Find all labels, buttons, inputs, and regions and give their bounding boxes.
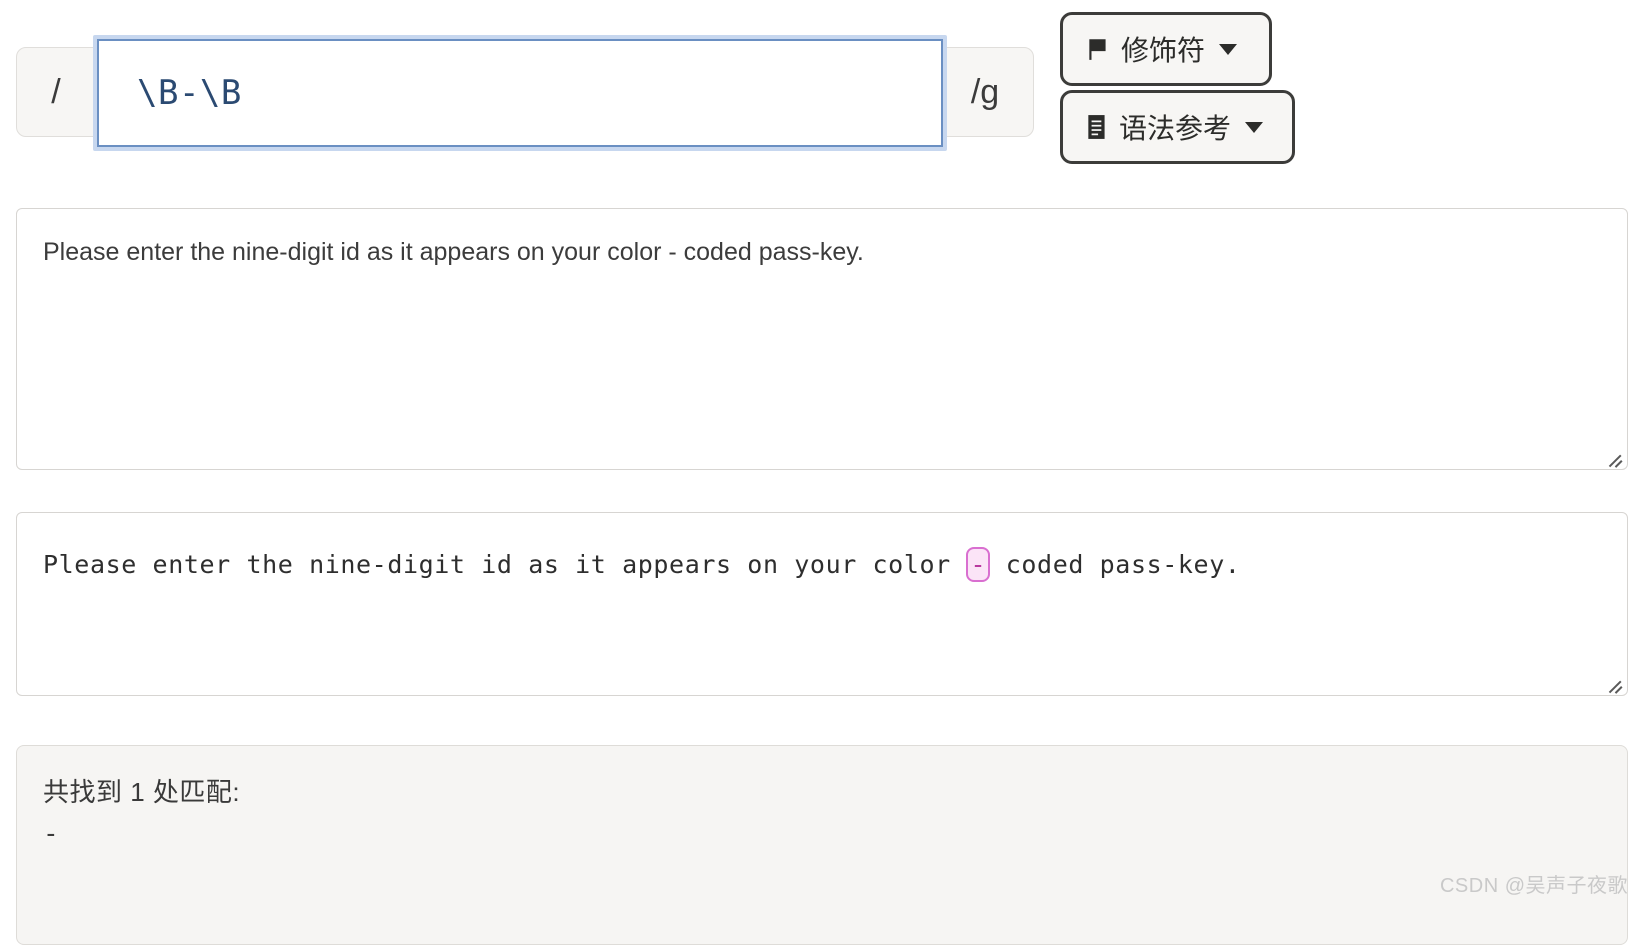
flag-icon: [1085, 36, 1111, 62]
modifiers-label: 修饰符: [1121, 35, 1206, 66]
match-count-heading: 共找到 1 处匹配:: [43, 777, 241, 807]
regex-pattern-input[interactable]: [97, 39, 943, 147]
regex-open-delimiter: /: [51, 72, 61, 111]
watermark: CSDN @吴声子夜歌: [1439, 875, 1628, 897]
syntax-reference-label: 语法参考: [1119, 113, 1232, 144]
match-results-panel: 共找到 1 处匹配: -: [16, 745, 1628, 945]
highlighted-result-text: Please enter the nine-digit id as it app…: [17, 513, 1627, 582]
resize-handle[interactable]: [1605, 674, 1623, 692]
test-string-value: Please enter the nine-digit id as it app…: [43, 238, 864, 266]
chevron-down-icon: [1245, 121, 1264, 133]
match-highlight: -: [966, 547, 991, 582]
regex-input-focus-ring: [93, 35, 947, 151]
resize-handle[interactable]: [1605, 448, 1623, 466]
toolbar-buttons: 修饰符 语法参考: [1060, 12, 1295, 164]
result-text-after: coded pass-key.: [990, 550, 1241, 579]
match-list-item: -: [43, 819, 59, 849]
result-text-before: Please enter the nine-digit id as it app…: [43, 550, 967, 579]
regex-flags-label[interactable]: /g: [937, 48, 1033, 136]
highlighted-result-area[interactable]: Please enter the nine-digit id as it app…: [16, 512, 1628, 696]
test-string-textarea[interactable]: Please enter the nine-digit id as it app…: [16, 208, 1628, 470]
chevron-down-icon: [1219, 43, 1238, 55]
document-icon: [1085, 114, 1109, 140]
modifiers-dropdown-button[interactable]: 修饰符: [1060, 12, 1272, 86]
regex-bar: / /g: [16, 35, 1034, 151]
syntax-reference-dropdown-button[interactable]: 语法参考: [1060, 90, 1295, 164]
toolbar-row: / /g 修饰符: [0, 0, 1642, 180]
